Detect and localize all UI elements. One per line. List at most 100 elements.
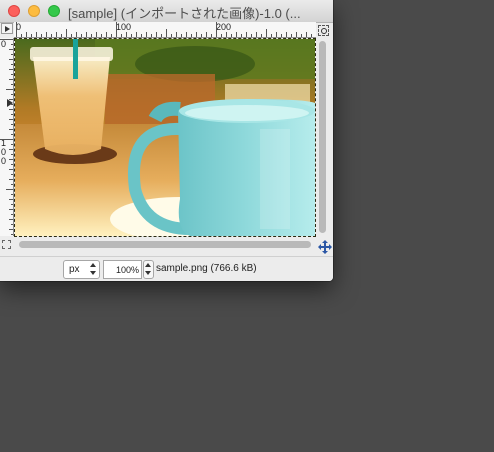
ruler-tick (291, 34, 292, 37)
ruler-tick (151, 34, 152, 37)
ruler-tick (11, 154, 13, 155)
file-info: sample.png (766.6 kB) (156, 263, 257, 274)
ruler-tick (16, 22, 17, 37)
ruler-tick (156, 32, 157, 37)
ruler-tick (196, 32, 197, 37)
title-bar[interactable]: [sample] (インポートされた画像)-1.0 (... (0, 0, 333, 23)
close-button[interactable] (8, 5, 20, 17)
ruler-tick (286, 32, 287, 37)
ruler-tick (11, 64, 13, 65)
ruler-tick (9, 79, 13, 80)
ruler-tick (36, 32, 37, 37)
ruler-tick (11, 114, 13, 115)
ruler-tick (71, 34, 72, 37)
ruler-tick (271, 34, 272, 37)
horizontal-ruler[interactable]: 0 100 200 (14, 22, 316, 38)
ruler-tick (11, 94, 13, 95)
zoom-input[interactable]: 100% (103, 260, 142, 279)
ruler-tick (6, 89, 13, 90)
navigate-icon[interactable] (318, 240, 332, 254)
ruler-tick (11, 44, 13, 45)
unit-select[interactable]: px (63, 260, 100, 279)
minimize-button[interactable] (28, 5, 40, 17)
quick-mask-toggle-icon[interactable] (2, 240, 11, 249)
ruler-tick (81, 34, 82, 37)
ruler-tick (9, 169, 13, 170)
menu-arrow-button[interactable] (1, 23, 13, 34)
ruler-tick (256, 32, 257, 37)
ruler-tick (136, 32, 137, 37)
ruler-tick (61, 34, 62, 37)
ruler-tick (51, 34, 52, 37)
ruler-tick (186, 32, 187, 37)
ruler-tick (9, 149, 13, 150)
ruler-tick (9, 49, 13, 50)
ruler-tick (76, 32, 77, 37)
ruler-tick (11, 174, 13, 175)
ruler-tick (226, 32, 227, 37)
image-window: [sample] (インポートされた画像)-1.0 (... 0 100 200… (0, 0, 333, 281)
ruler-tick (21, 34, 22, 37)
ruler-tick (296, 32, 297, 37)
ruler-tick (111, 34, 112, 37)
ruler-tick (9, 99, 13, 100)
ruler-tick (206, 32, 207, 37)
ruler-tick (9, 229, 13, 230)
zoom-image-when-window-size-changes-icon[interactable] (318, 25, 329, 36)
ruler-tick (176, 32, 177, 37)
ruler-tick (281, 34, 282, 37)
vruler-label-0: 0 (1, 39, 7, 49)
ruler-tick (236, 32, 237, 37)
ruler-tick (116, 22, 117, 37)
horizontal-scrollbar-thumb[interactable] (19, 241, 311, 248)
ruler-tick (161, 34, 162, 37)
ruler-tick (46, 32, 47, 37)
ruler-tick (181, 34, 182, 37)
ruler-tick (131, 34, 132, 37)
ruler-tick (9, 219, 13, 220)
vertical-scrollbar-thumb[interactable] (319, 41, 326, 233)
ruler-tick (106, 32, 107, 37)
ruler-tick (216, 22, 217, 37)
ruler-tick (11, 134, 13, 135)
ruler-tick (66, 29, 67, 37)
ruler-tick (251, 34, 252, 37)
vruler-label-100-digit-3: 0 (1, 156, 7, 166)
ruler-tick (121, 34, 122, 37)
ruler-tick (221, 34, 222, 37)
ruler-tick (141, 34, 142, 37)
ruler-tick (301, 34, 302, 37)
image-canvas[interactable] (14, 38, 316, 237)
ruler-tick (11, 144, 13, 145)
ruler-tick (11, 84, 13, 85)
vertical-ruler[interactable]: 0 1 0 0 (0, 38, 14, 236)
triangle-right-icon (5, 26, 10, 32)
ruler-tick (11, 104, 13, 105)
ruler-tick (11, 124, 13, 125)
ruler-tick (201, 34, 202, 37)
ruler-tick (0, 39, 13, 40)
canvas-photo (15, 39, 315, 236)
ruler-tick (9, 129, 13, 130)
ruler-tick (266, 29, 267, 37)
ruler-tick (56, 32, 57, 37)
ruler-tick (9, 209, 13, 210)
ruler-tick (246, 32, 247, 37)
ruler-tick (306, 32, 307, 37)
ruler-tick (96, 32, 97, 37)
ruler-tick (191, 34, 192, 37)
zoom-button[interactable] (48, 5, 60, 17)
ruler-tick (9, 179, 13, 180)
ruler-tick (0, 139, 13, 140)
updown-arrows-icon (90, 263, 97, 276)
ruler-label-100: 100 (116, 22, 132, 32)
ruler-tick (11, 214, 13, 215)
ruler-tick (311, 34, 312, 37)
ruler-tick (26, 32, 27, 37)
ruler-tick (171, 34, 172, 37)
ruler-tick (231, 34, 232, 37)
ruler-tick (11, 204, 13, 205)
ruler-tick (11, 164, 13, 165)
zoom-dropdown-button[interactable] (143, 260, 154, 279)
unit-value: px (69, 264, 80, 275)
